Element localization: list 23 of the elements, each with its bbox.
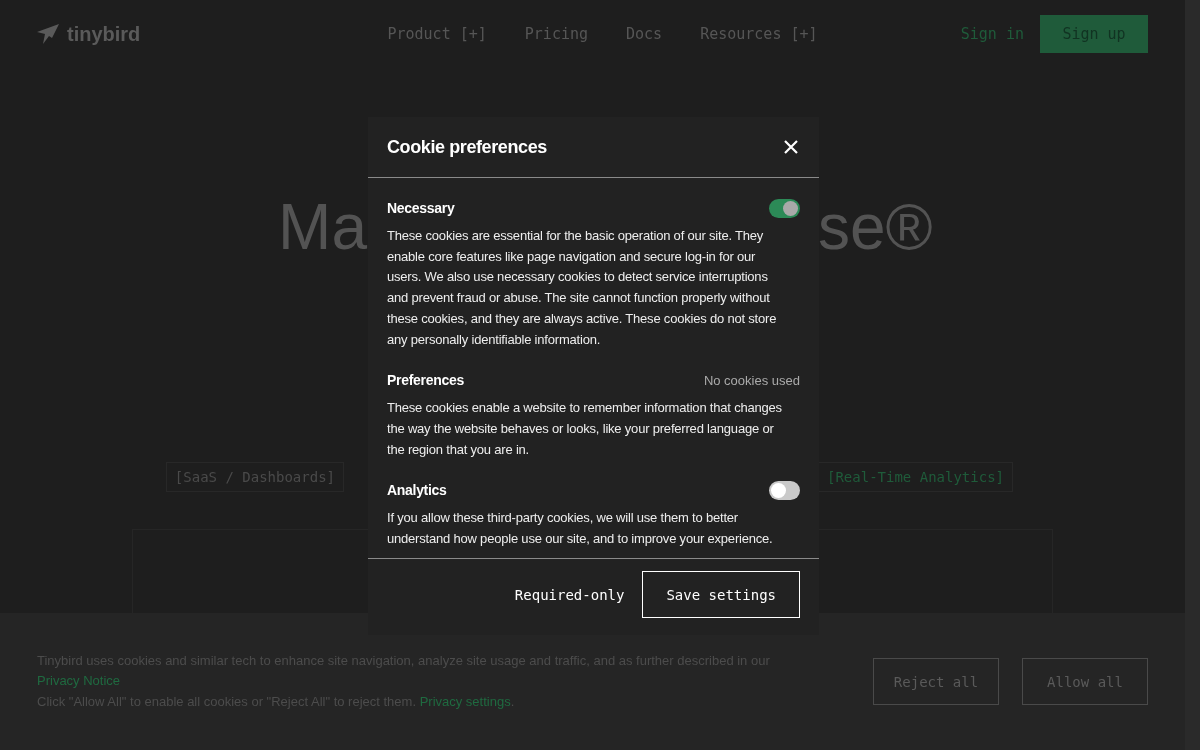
required-only-button[interactable]: Required-only [514, 571, 625, 618]
section-title: Analytics [387, 482, 447, 499]
sign-in-link[interactable]: Sign in [960, 25, 1024, 43]
nav-link[interactable]: Pricing [524, 25, 588, 43]
section-title: Preferences [387, 372, 464, 389]
category-tag[interactable]: [Real-Time Analytics] [818, 462, 1013, 492]
save-settings-button[interactable]: Save settings [642, 571, 800, 618]
section-description: These cookies are essential for the basic operation of our site. They enable core features like page navigation and secure log-in for our users. We also use necessary cookies to detect service interruptions and prevent fraud or abuse. The site cannot function properly without these cookies, and they are always active. These cookies do not store any personally identifiable information. [387, 227, 778, 349]
section-description: If you allow these third-party cookies, we will use them to better understand how people use our site, and to improve your experience. [387, 509, 774, 549]
section-description: These cookies enable a website to remember information that changes the way the website behaves or looks, like your preferred language or the region that you are in. [387, 399, 783, 459]
dialog-title: Cookie preferences [387, 136, 547, 158]
privacy-notice-link[interactable]: Privacy Notice [37, 673, 121, 689]
nav-link[interactable]: Docs [626, 25, 663, 43]
section-title: Necessary [387, 200, 455, 216]
status-text: No cookies used [703, 372, 800, 388]
toggle-switch[interactable] [769, 198, 800, 218]
toggle-switch[interactable] [769, 480, 800, 500]
privacy-settings-link[interactable]: Privacy settings [419, 693, 511, 709]
close-icon[interactable] [782, 138, 800, 156]
logo-text: tinybird [67, 22, 141, 46]
nav-link[interactable]: Product [+] [387, 25, 487, 43]
bird-icon [37, 24, 59, 44]
nav-link[interactable]: Resources [+] [700, 25, 818, 43]
